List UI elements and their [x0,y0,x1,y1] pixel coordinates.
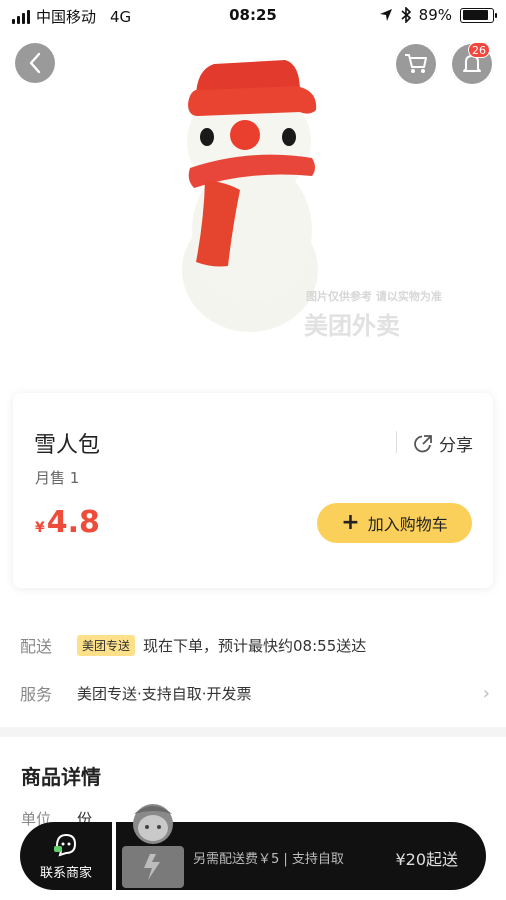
price: ¥ 4.8 [35,505,100,540]
bar-divider [112,822,116,890]
price-value: 4.8 [46,505,100,540]
battery-percent: 89% [418,6,452,24]
details-title: 商品详情 [21,765,101,789]
product-name: 雪人包 [34,433,101,458]
back-icon [29,52,41,74]
service-row[interactable]: 服务 美团专送·支持自取·开发票 › [20,681,490,705]
share-icon [414,434,432,452]
bottom-bar: 联系商家 另需配送费￥5 | 支持自取 ¥20起送 [20,804,486,890]
plus-icon: + [341,510,360,535]
delivery-fee-note: 另需配送费￥5 | 支持自取 [193,852,344,867]
back-button[interactable] [15,43,55,83]
delivery-label: 配送 [20,637,53,656]
add-to-cart-button[interactable]: + 加入购物车 [317,503,472,543]
bluetooth-icon [401,7,411,23]
share-divider [396,431,397,453]
cart-button[interactable] [396,44,436,84]
chat-icon [54,833,77,857]
contact-merchant-button[interactable]: 联系商家 [20,822,112,890]
courier-mascot-icon [122,804,184,888]
share-label: 分享 [439,436,473,456]
notification-button[interactable]: 26 [452,42,492,84]
watermark-logo: 美团外卖 [304,312,400,340]
product-image-area: 26 图片仅供参考 请以实物为准 美团外卖 [0,30,506,380]
monthly-sales: 月售 1 [35,469,80,487]
product-card: 雪人包 分享 月售 1 ¥ 4.8 + 加入购物车 [13,393,493,588]
cart-icon [405,54,427,73]
status-bar: 中国移动 4G 08:25 89% [0,0,506,30]
delivery-text: 现在下单，预计最快约08:55送达 [143,636,367,655]
share-button[interactable]: 分享 [413,431,473,456]
battery-fill [462,10,489,20]
notification-badge: 26 [468,42,490,58]
delivery-tag: 美团专送 [77,634,136,656]
service-label: 服务 [20,685,53,704]
section-separator [0,727,506,737]
location-arrow-icon [379,9,392,21]
status-right: 89% [379,6,497,24]
add-to-cart-label: 加入购物车 [367,515,448,534]
battery-icon [460,7,497,23]
min-order-label: ¥20起送 [395,850,458,869]
service-text: 美团专送·支持自取·开发票 [77,684,252,703]
chevron-right-icon: › [482,682,490,704]
watermark-note: 图片仅供参考 请以实物为准 [306,290,442,303]
snowman-image [182,60,318,332]
delivery-row: 配送 美团专送 现在下单，预计最快约08:55送达 [20,633,490,657]
price-symbol: ¥ [35,520,45,536]
contact-label: 联系商家 [39,865,92,881]
